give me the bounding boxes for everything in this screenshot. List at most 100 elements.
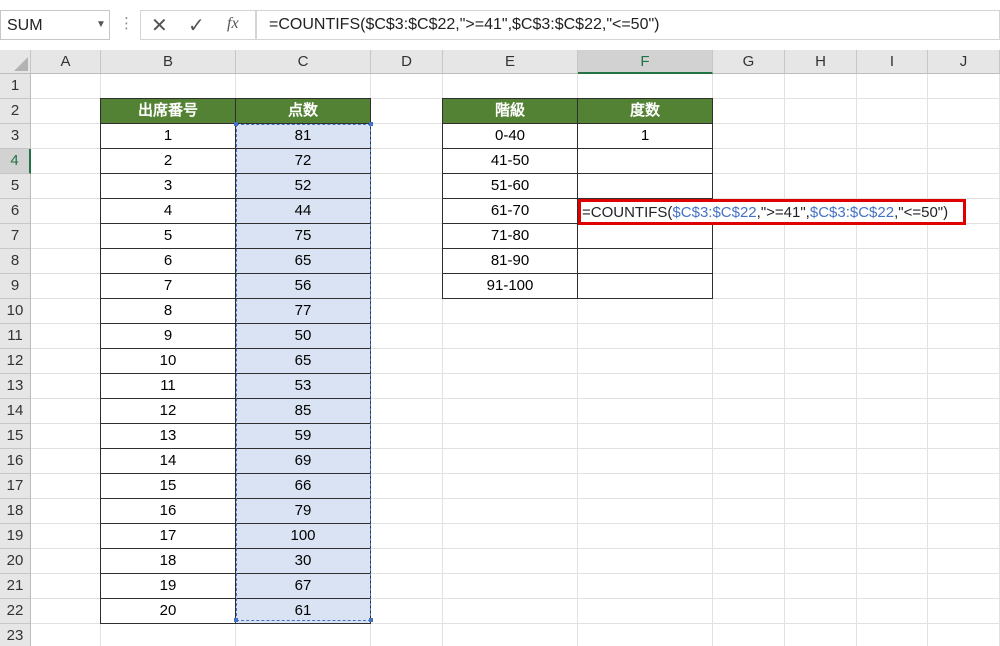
name-box[interactable]: SUM ▼	[0, 10, 110, 40]
table-cell-number[interactable]: 12	[100, 398, 236, 424]
table-cell-frequency[interactable]	[577, 148, 713, 174]
row-header-10[interactable]: 10	[0, 299, 31, 324]
table-cell-number[interactable]: 3	[100, 173, 236, 199]
row-header-17[interactable]: 17	[0, 474, 31, 499]
range-handle[interactable]	[234, 122, 238, 126]
cancel-icon[interactable]: ✕	[151, 13, 168, 38]
table-cell-frequency[interactable]: 1	[577, 123, 713, 149]
table-cell-number[interactable]: 11	[100, 373, 236, 399]
table-cell-class[interactable]: 81-90	[442, 248, 578, 274]
table-header-cell[interactable]: 度数	[577, 98, 713, 124]
row-header-11[interactable]: 11	[0, 324, 31, 349]
table-header-cell[interactable]: 点数	[235, 98, 371, 124]
row-header-6[interactable]: 6	[0, 199, 31, 224]
table-cell-number[interactable]: 6	[100, 248, 236, 274]
formula-input[interactable]: =COUNTIFS($C$3:$C$22,">=41",$C$3:$C$22,"…	[256, 10, 1000, 40]
row-header-18[interactable]: 18	[0, 499, 31, 524]
table-cell-number[interactable]: 14	[100, 448, 236, 474]
table-cell-number[interactable]: 9	[100, 323, 236, 349]
row-header-1[interactable]: 1	[0, 74, 31, 99]
table-cell-number[interactable]: 4	[100, 198, 236, 224]
row-header-21[interactable]: 21	[0, 574, 31, 599]
table-cell-class[interactable]: 61-70	[442, 198, 578, 224]
table-cell-number[interactable]: 7	[100, 273, 236, 299]
column-header-c[interactable]: C	[236, 50, 371, 74]
row-header-4[interactable]: 4	[0, 149, 31, 174]
row-header-9[interactable]: 9	[0, 274, 31, 299]
table-cell-score[interactable]: 65	[235, 348, 371, 374]
table-cell-frequency[interactable]	[577, 248, 713, 274]
table-cell-score[interactable]: 72	[235, 148, 371, 174]
spreadsheet-grid[interactable]: ABCDEFGHIJ 1 2 3 4 5 6 7 8 9 10 11 12 13 14 15 16 17 18 19…	[0, 50, 1000, 646]
enter-icon[interactable]: ✓	[188, 13, 205, 38]
row-header-23[interactable]: 23	[0, 624, 31, 646]
range-handle[interactable]	[369, 122, 373, 126]
row-header-20[interactable]: 20	[0, 549, 31, 574]
table-cell-score[interactable]: 59	[235, 423, 371, 449]
table-cell-class[interactable]: 0-40	[442, 123, 578, 149]
chevron-down-icon[interactable]: ▼	[96, 19, 106, 30]
table-cell-score[interactable]: 44	[235, 198, 371, 224]
column-header-b[interactable]: B	[101, 50, 236, 74]
editing-cell-f4[interactable]: =COUNTIFS($C$3:$C$22,">=41",$C$3:$C$22,"…	[578, 199, 966, 225]
table-cell-score[interactable]: 61	[235, 598, 371, 624]
table-cell-score[interactable]: 67	[235, 573, 371, 599]
table-cell-score[interactable]: 30	[235, 548, 371, 574]
table-cell-score[interactable]: 100	[235, 523, 371, 549]
row-header-3[interactable]: 3	[0, 124, 31, 149]
table-cell-number[interactable]: 10	[100, 348, 236, 374]
table-cell-score[interactable]: 66	[235, 473, 371, 499]
column-header-g[interactable]: G	[713, 50, 785, 74]
table-cell-number[interactable]: 19	[100, 573, 236, 599]
table-cell-number[interactable]: 8	[100, 298, 236, 324]
table-cell-score[interactable]: 81	[235, 123, 371, 149]
row-header-5[interactable]: 5	[0, 174, 31, 199]
select-all-button[interactable]	[0, 50, 31, 74]
row-header-15[interactable]: 15	[0, 424, 31, 449]
table-cell-number[interactable]: 2	[100, 148, 236, 174]
table-cell-number[interactable]: 1	[100, 123, 236, 149]
row-header-14[interactable]: 14	[0, 399, 31, 424]
table-cell-score[interactable]: 56	[235, 273, 371, 299]
row-header-2[interactable]: 2	[0, 99, 31, 124]
row-header-8[interactable]: 8	[0, 249, 31, 274]
table-cell-class[interactable]: 91-100	[442, 273, 578, 299]
table-cell-score[interactable]: 52	[235, 173, 371, 199]
table-cell-score[interactable]: 69	[235, 448, 371, 474]
column-header-f[interactable]: F	[578, 50, 713, 74]
column-header-j[interactable]: J	[928, 50, 1000, 74]
row-header-12[interactable]: 12	[0, 349, 31, 374]
table-cell-class[interactable]: 71-80	[442, 223, 578, 249]
table-cell-number[interactable]: 20	[100, 598, 236, 624]
column-header-e[interactable]: E	[443, 50, 578, 74]
table-cell-number[interactable]: 16	[100, 498, 236, 524]
table-cell-number[interactable]: 5	[100, 223, 236, 249]
table-header-cell[interactable]: 出席番号	[100, 98, 236, 124]
table-cell-frequency[interactable]	[577, 173, 713, 199]
table-cell-score[interactable]: 65	[235, 248, 371, 274]
table-cell-number[interactable]: 13	[100, 423, 236, 449]
row-header-22[interactable]: 22	[0, 599, 31, 624]
table-cell-score[interactable]: 77	[235, 298, 371, 324]
range-handle[interactable]	[369, 618, 373, 622]
table-cell-class[interactable]: 41-50	[442, 148, 578, 174]
table-cell-score[interactable]: 79	[235, 498, 371, 524]
column-header-h[interactable]: H	[785, 50, 857, 74]
table-cell-number[interactable]: 17	[100, 523, 236, 549]
table-cell-frequency[interactable]	[577, 223, 713, 249]
table-header-cell[interactable]: 階級	[442, 98, 578, 124]
column-header-a[interactable]: A	[31, 50, 101, 74]
column-header-d[interactable]: D	[371, 50, 443, 74]
row-header-19[interactable]: 19	[0, 524, 31, 549]
more-options-icon[interactable]: ⋮	[119, 14, 134, 34]
row-header-16[interactable]: 16	[0, 449, 31, 474]
table-cell-score[interactable]: 50	[235, 323, 371, 349]
table-cell-frequency[interactable]	[577, 273, 713, 299]
column-header-i[interactable]: I	[857, 50, 928, 74]
row-header-7[interactable]: 7	[0, 224, 31, 249]
insert-function-icon[interactable]: fx	[227, 15, 239, 33]
table-cell-number[interactable]: 15	[100, 473, 236, 499]
table-cell-score[interactable]: 53	[235, 373, 371, 399]
table-cell-number[interactable]: 18	[100, 548, 236, 574]
table-cell-score[interactable]: 85	[235, 398, 371, 424]
